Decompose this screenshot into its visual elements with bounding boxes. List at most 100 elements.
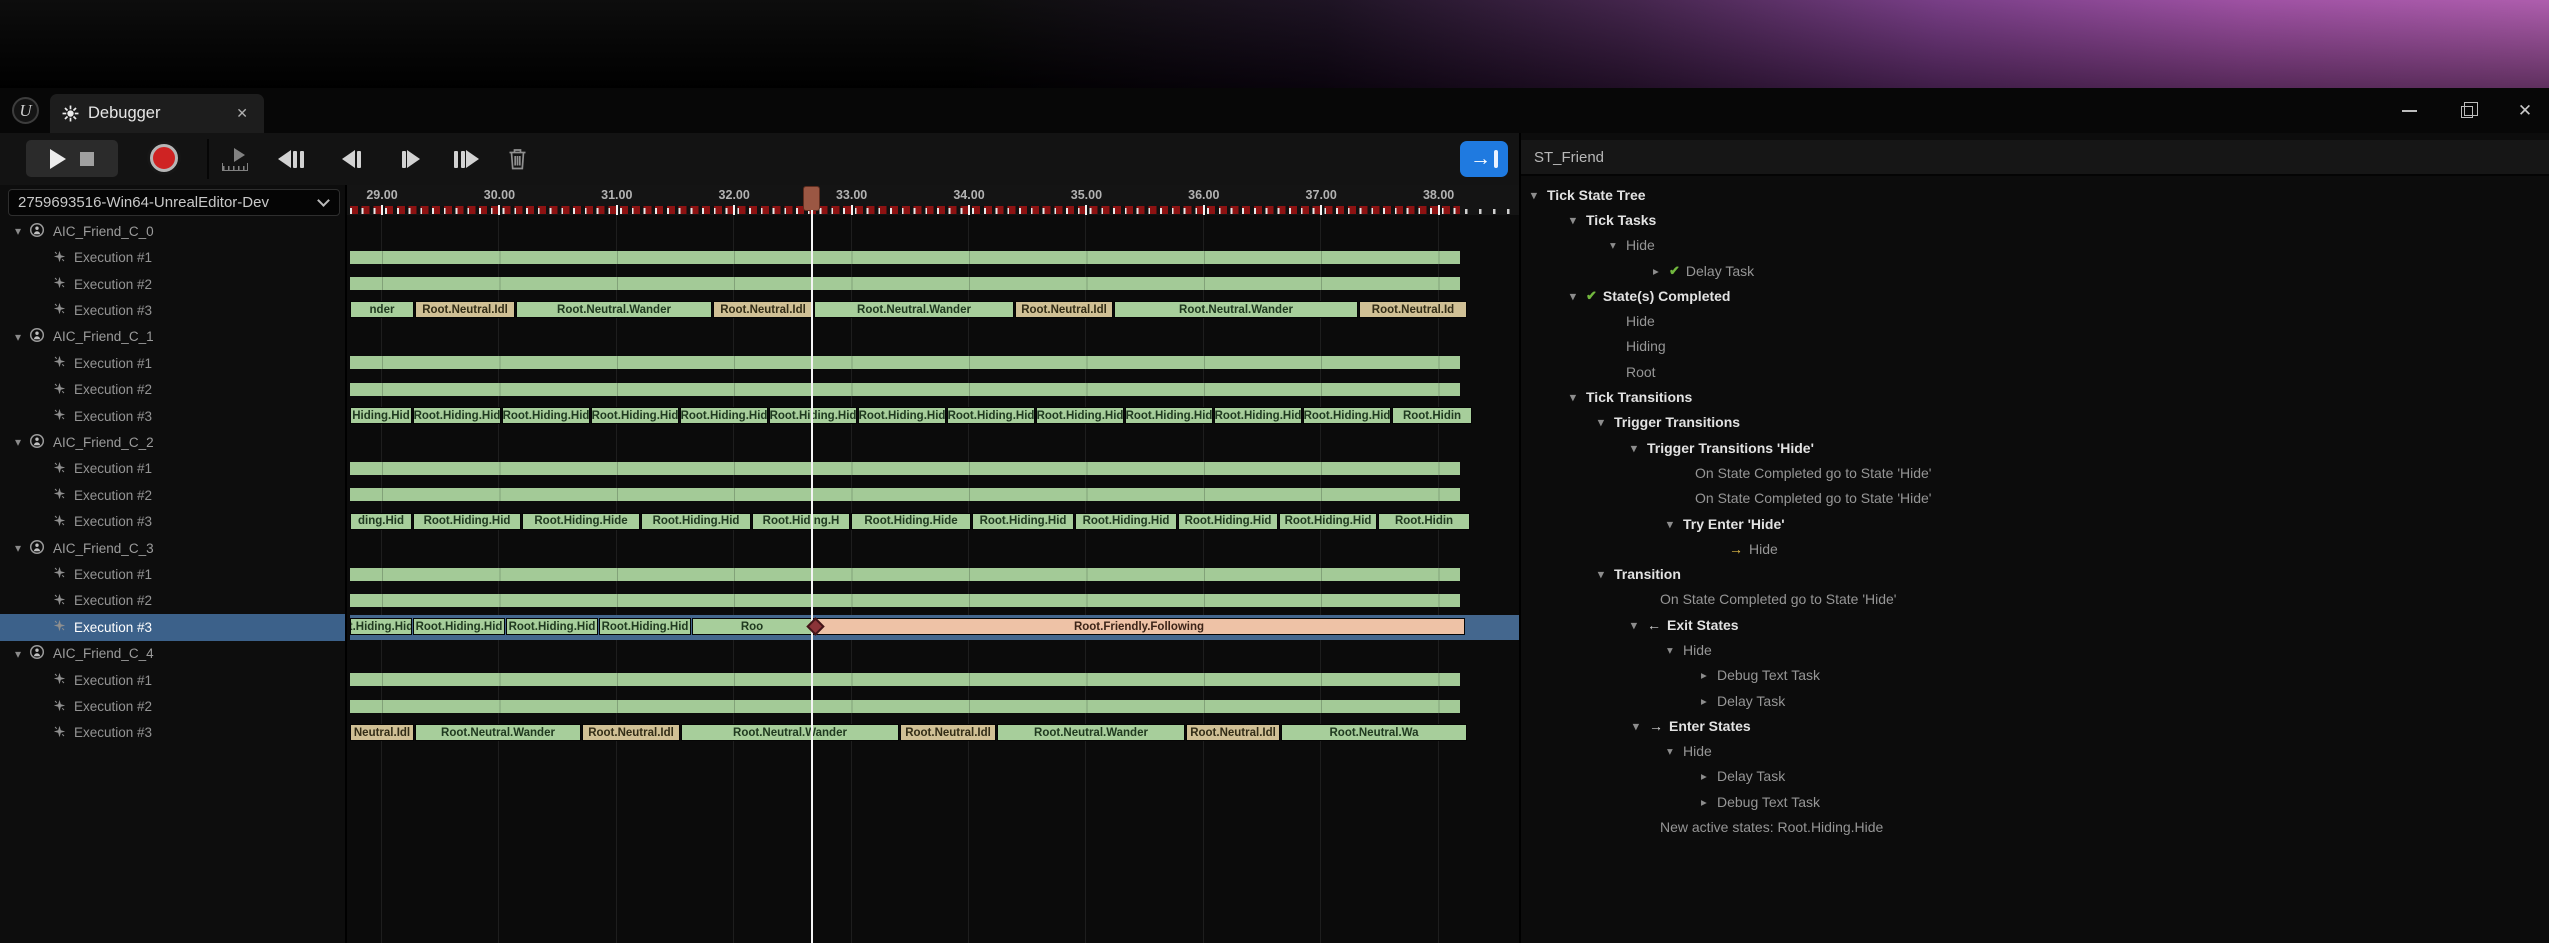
execution-row[interactable]: Execution #2 xyxy=(0,588,345,614)
caret-right-icon[interactable]: ▸ xyxy=(1701,668,1717,682)
caret-down-icon[interactable]: ▾ xyxy=(1667,517,1683,531)
agent-row[interactable]: ▾AIC_Friend_C_1 xyxy=(0,324,345,350)
step-forward-fast-button[interactable] xyxy=(452,143,479,175)
execution-row[interactable]: Execution #3 xyxy=(0,403,345,429)
minimize-button[interactable] xyxy=(2393,96,2425,126)
state-segment[interactable]: Root.Neutral.Wander xyxy=(516,301,712,318)
step-simulation-button[interactable] xyxy=(222,143,248,175)
caret-right-icon[interactable]: ▸ xyxy=(1701,769,1717,783)
state-segment[interactable]: Root.Neutral.Wander xyxy=(1114,301,1358,318)
agent-row[interactable]: ▾AIC_Friend_C_0 xyxy=(0,218,345,244)
caret-down-icon[interactable]: ▾ xyxy=(1631,441,1647,455)
timeline-ruler[interactable]: 29.0030.0031.0032.0033.0034.0035.0036.00… xyxy=(347,185,1519,215)
state-segment[interactable]: Root.Hiding.Hide xyxy=(851,513,971,530)
execution-activity-bar[interactable] xyxy=(350,356,1460,369)
execution-activity-bar[interactable] xyxy=(350,462,1460,475)
state-tree-row[interactable]: ▾Trigger Transitions xyxy=(1521,410,2549,435)
execution-row[interactable]: Execution #2 xyxy=(0,271,345,297)
caret-down-icon[interactable]: ▾ xyxy=(1531,188,1547,202)
state-segment[interactable]: Root.Hiding.Hid xyxy=(591,407,679,424)
caret-down-icon[interactable]: ▾ xyxy=(1598,415,1614,429)
execution-row[interactable]: Execution #3 xyxy=(0,720,345,746)
state-segment[interactable]: Root.Hiding.H xyxy=(752,513,850,530)
execution-activity-bar[interactable] xyxy=(350,277,1460,290)
state-segment[interactable]: Root.Neutral.Wander xyxy=(997,724,1185,741)
execution-row[interactable]: Execution #3 xyxy=(0,508,345,534)
state-tree-row[interactable]: ▾←Exit States xyxy=(1521,612,2549,637)
caret-down-icon[interactable]: ▾ xyxy=(1633,719,1649,733)
step-back-button[interactable] xyxy=(342,143,362,175)
caret-right-icon[interactable]: ▸ xyxy=(1701,694,1717,708)
state-tree-row[interactable]: ▾On State Completed go to State 'Hide' xyxy=(1521,486,2549,511)
state-tree-row[interactable]: ▾Hide xyxy=(1521,308,2549,333)
execution-activity-bar[interactable] xyxy=(350,488,1460,501)
caret-down-icon[interactable]: ▾ xyxy=(1598,567,1614,581)
execution-row[interactable]: Execution #2 xyxy=(0,376,345,402)
clear-recording-button[interactable] xyxy=(508,143,527,175)
state-segment[interactable]: Root.Hiding.Hid xyxy=(1075,513,1177,530)
agent-row[interactable]: ▾AIC_Friend_C_3 xyxy=(0,535,345,561)
caret-down-icon[interactable]: ▾ xyxy=(1667,643,1683,657)
jump-to-end-button[interactable]: → xyxy=(1460,141,1508,177)
state-segment[interactable]: Root.Hidin xyxy=(1392,407,1472,424)
state-tree-row[interactable]: ▸Delay Task xyxy=(1521,688,2549,713)
caret-down-icon[interactable]: ▾ xyxy=(1610,238,1626,252)
stop-button[interactable] xyxy=(80,152,94,166)
caret-down-icon[interactable]: ▾ xyxy=(1570,213,1586,227)
state-segment[interactable]: nder xyxy=(350,301,414,318)
state-tree-row[interactable]: ▾→Hide xyxy=(1521,536,2549,561)
state-segment[interactable]: Root.Hiding.Hid xyxy=(1303,407,1391,424)
caret-down-icon[interactable]: ▾ xyxy=(1570,289,1586,303)
execution-row[interactable]: Execution #1 xyxy=(0,667,345,693)
state-tree-row[interactable]: ▾Try Enter 'Hide' xyxy=(1521,511,2549,536)
state-tree-row[interactable]: ▾→Enter States xyxy=(1521,713,2549,738)
caret-down-icon[interactable]: ▾ xyxy=(1631,618,1647,632)
state-segment[interactable]: Root.Hidin xyxy=(1378,513,1470,530)
execution-row[interactable]: Execution #3 xyxy=(0,297,345,323)
state-tree-row[interactable]: ▾New active states: Root.Hiding.Hide xyxy=(1521,814,2549,839)
state-segment[interactable]: Root.Neutral.Wander xyxy=(681,724,899,741)
tab-debugger[interactable]: Debugger ✕ xyxy=(50,94,264,133)
record-button[interactable] xyxy=(150,144,178,172)
state-tree-row[interactable]: ▸Debug Text Task xyxy=(1521,789,2549,814)
execution-row[interactable]: Execution #2 xyxy=(0,482,345,508)
state-tree-row[interactable]: ▾Hide xyxy=(1521,233,2549,258)
execution-activity-bar[interactable] xyxy=(350,673,1460,686)
state-segment[interactable]: Root.Neutral.Idl xyxy=(415,301,515,318)
state-segment[interactable]: Neutral.Idl xyxy=(350,724,414,741)
state-tree-row[interactable]: ▾On State Completed go to State 'Hide' xyxy=(1521,587,2549,612)
state-segment[interactable]: Root.Hiding.Hid xyxy=(413,618,505,635)
execution-row[interactable]: Execution #1 xyxy=(0,350,345,376)
state-segment[interactable]: Root.Hiding.Hid xyxy=(858,407,946,424)
state-segment[interactable]: Root.Hiding.Hid xyxy=(599,618,691,635)
state-tree-row[interactable]: ▾Hiding xyxy=(1521,334,2549,359)
state-tree-row[interactable]: ▾Tick Transitions xyxy=(1521,384,2549,409)
execution-activity-bar[interactable] xyxy=(350,594,1460,607)
restore-button[interactable] xyxy=(2451,96,2483,126)
session-dropdown[interactable]: 2759693516-Win64-UnrealEditor-Dev xyxy=(8,189,340,216)
state-segment[interactable]: Root.Hiding.Hid xyxy=(1036,407,1124,424)
execution-activity-bar[interactable] xyxy=(350,568,1460,581)
state-segment[interactable]: t.Hiding.Hid xyxy=(350,618,412,635)
execution-row[interactable]: Execution #1 xyxy=(0,456,345,482)
state-tree-row[interactable]: ▾Tick State Tree xyxy=(1521,182,2549,207)
play-button[interactable] xyxy=(50,149,66,169)
state-segment[interactable]: Root.Hiding.Hid xyxy=(1125,407,1213,424)
state-segment[interactable]: Root.Neutral.Wander xyxy=(415,724,581,741)
state-segment[interactable]: Root.Neutral.Id xyxy=(1359,301,1467,318)
state-tree-row[interactable]: ▸Delay Task xyxy=(1521,764,2549,789)
execution-row[interactable]: Execution #1 xyxy=(0,561,345,587)
caret-right-icon[interactable]: ▸ xyxy=(1653,264,1669,278)
state-tree-row[interactable]: ▸✔Delay Task xyxy=(1521,258,2549,283)
state-segment[interactable]: ding.Hid xyxy=(350,513,412,530)
state-segment[interactable]: Root.Neutral.Idl xyxy=(582,724,680,741)
state-segment[interactable]: Root.Hiding.Hid xyxy=(506,618,598,635)
caret-down-icon[interactable]: ▾ xyxy=(1570,390,1586,404)
playhead-scrubber[interactable] xyxy=(803,186,820,211)
execution-row[interactable]: Execution #2 xyxy=(0,693,345,719)
tab-close-icon[interactable]: ✕ xyxy=(232,103,252,124)
execution-activity-bar[interactable] xyxy=(350,383,1460,396)
state-tree-row[interactable]: ▾Trigger Transitions 'Hide' xyxy=(1521,435,2549,460)
state-segment[interactable]: Root.Hiding.Hid xyxy=(1279,513,1377,530)
state-tree-row[interactable]: ▾Tick Tasks xyxy=(1521,207,2549,232)
